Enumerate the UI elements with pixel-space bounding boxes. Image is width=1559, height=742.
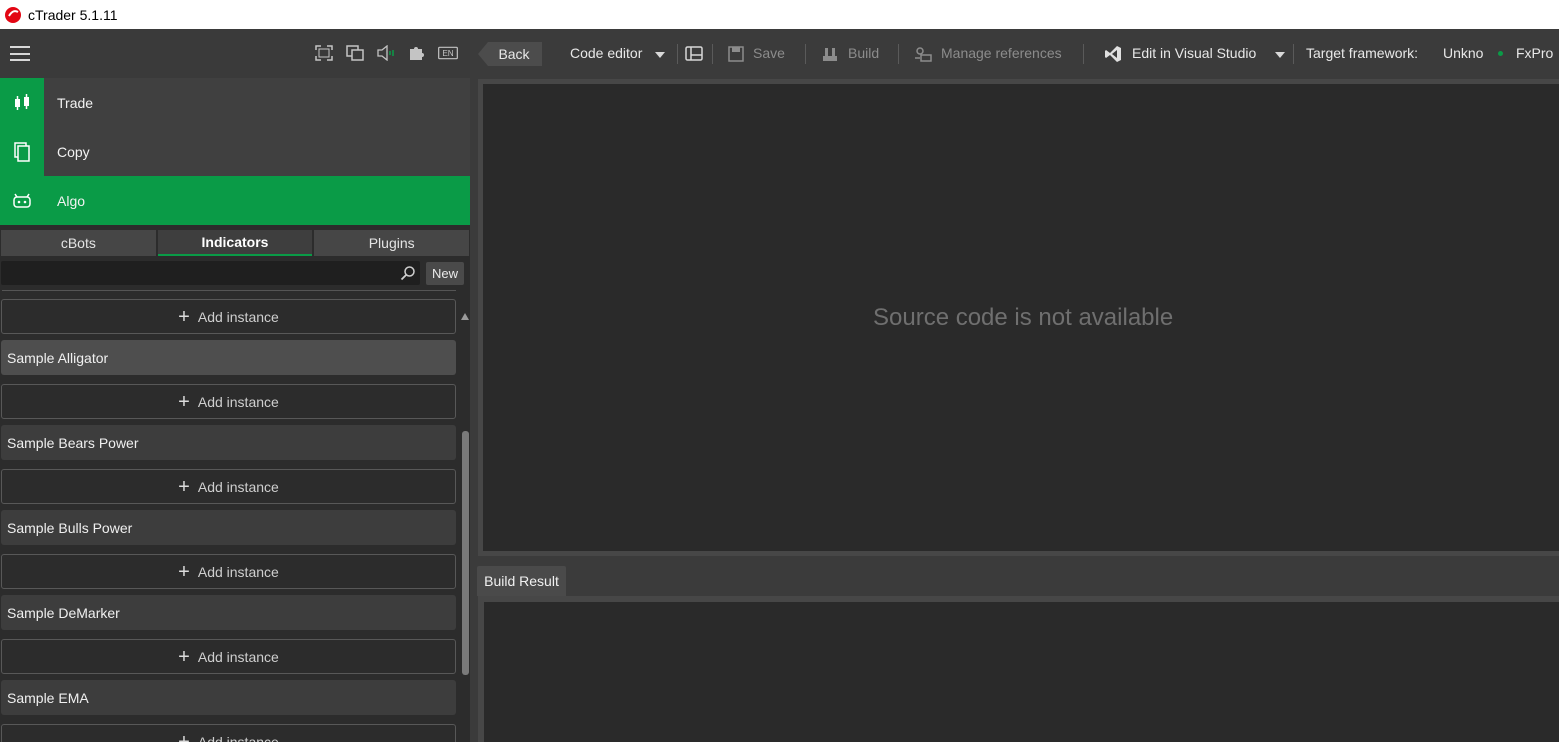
nav-algo-label: Algo — [57, 192, 86, 209]
nav-copy[interactable]: Copy — [0, 127, 470, 176]
target-framework-value: Unkno — [1443, 45, 1484, 61]
ctrader-logo-icon — [5, 6, 21, 23]
nav-copy-label: Copy — [57, 143, 90, 160]
tab-indicators[interactable]: Indicators — [157, 230, 313, 256]
top-icons: EN — [314, 44, 458, 62]
visual-studio-icon — [1105, 46, 1121, 62]
hamburger-menu-icon[interactable] — [10, 46, 30, 61]
list-item[interactable]: Sample Bulls Power — [1, 510, 456, 545]
tab-cbots[interactable]: cBots — [1, 230, 156, 256]
chevron-down-icon[interactable] — [1275, 52, 1285, 58]
back-button[interactable]: Back — [478, 42, 542, 66]
add-instance-label: Add instance — [197, 308, 279, 325]
add-instance-button[interactable]: + Add instance — [1, 469, 456, 504]
plus-icon: + — [178, 560, 190, 583]
list-divider — [2, 290, 456, 291]
add-instance-button[interactable]: + Add instance — [1, 384, 456, 419]
toolbar-divider — [677, 44, 678, 64]
editor-message-container: Source code is not available — [483, 84, 1559, 555]
indicator-list: + Add instance Sample Alligator + Add inst… — [0, 290, 458, 742]
algo-tabs: cBots Indicators Plugins — [0, 230, 470, 256]
search-icon[interactable] — [400, 265, 416, 281]
references-icon — [915, 47, 932, 62]
new-button[interactable]: New — [426, 262, 464, 285]
list-item[interactable]: Sample EMA — [1, 680, 456, 715]
code-editor-dropdown[interactable]: Code editor — [570, 45, 642, 61]
list-item[interactable]: Sample Alligator — [1, 340, 456, 375]
build-icon — [823, 48, 837, 61]
left-panel: EN Trade Copy Algo cBots Indicators Plug… — [0, 29, 470, 742]
add-instance-button[interactable]: + Add instance — [1, 639, 456, 674]
search-row: New — [0, 261, 470, 285]
tab-build-result[interactable]: Build Result — [477, 566, 566, 596]
nav-trade-label: Trade — [57, 94, 94, 111]
candlestick-icon — [0, 78, 44, 127]
toolbar-divider — [712, 44, 713, 64]
plus-icon: + — [178, 475, 190, 498]
add-instance-button[interactable]: + Add instance — [1, 299, 456, 334]
plus-icon: + — [178, 730, 190, 742]
scroll-up-arrow-icon[interactable] — [461, 313, 469, 320]
left-topbar: EN — [0, 29, 470, 78]
window-title: cTrader 5.1.11 — [28, 6, 118, 23]
search-input[interactable] — [1, 261, 420, 285]
add-instance-label: Add instance — [197, 393, 279, 410]
copy-icon — [0, 127, 44, 176]
add-instance-label: Add instance — [197, 478, 279, 495]
code-editor-area[interactable]: Source code is not available — [478, 79, 1559, 556]
broker-name: FxPro — [1516, 45, 1554, 61]
connection-status-dot — [1498, 51, 1503, 56]
windows-icon[interactable] — [345, 44, 365, 62]
sound-icon[interactable] — [376, 44, 396, 62]
toolbar-divider — [1083, 44, 1084, 64]
add-instance-label: Add instance — [197, 648, 279, 665]
toolbar-divider — [805, 44, 806, 64]
manage-references-button[interactable]: Manage references — [941, 45, 1062, 61]
list-scrollbar[interactable] — [460, 313, 470, 742]
plus-icon: + — [178, 305, 190, 328]
toolbar-divider — [898, 44, 899, 64]
right-panel: Back Code editor Save Build Manage refer… — [470, 29, 1559, 742]
chevron-down-icon[interactable] — [655, 52, 665, 58]
edit-in-visual-studio-button[interactable]: Edit in Visual Studio — [1132, 45, 1256, 61]
save-button[interactable]: Save — [753, 45, 785, 61]
fullscreen-icon[interactable] — [314, 44, 334, 62]
scroll-thumb[interactable] — [462, 431, 469, 675]
build-result-panel — [478, 596, 1559, 742]
add-instance-label: Add instance — [197, 733, 279, 742]
add-instance-button[interactable]: + Add instance — [1, 554, 456, 589]
list-item[interactable]: Sample Bears Power — [1, 425, 456, 460]
tab-plugins[interactable]: Plugins — [314, 230, 470, 256]
toolbar-divider — [1293, 44, 1294, 64]
robot-icon — [0, 176, 44, 225]
plus-icon: + — [178, 645, 190, 668]
list-item[interactable]: Sample DeMarker — [1, 595, 456, 630]
plus-icon: + — [178, 390, 190, 413]
nav-trade[interactable]: Trade — [0, 78, 470, 127]
add-instance-label: Add instance — [197, 563, 279, 580]
title-bar: cTrader 5.1.11 — [0, 0, 1559, 29]
language-icon[interactable]: EN — [438, 44, 458, 62]
layout-icon[interactable] — [685, 45, 703, 63]
plugin-icon[interactable] — [407, 44, 427, 62]
add-instance-button[interactable]: + Add instance — [1, 724, 456, 742]
svg-text:EN: EN — [442, 49, 453, 58]
build-button[interactable]: Build — [848, 45, 879, 61]
editor-toolbar: Back Code editor Save Build Manage refer… — [470, 29, 1559, 78]
source-unavailable-message: Source code is not available — [873, 304, 1174, 331]
nav-algo[interactable]: Algo — [0, 176, 470, 225]
save-icon — [728, 46, 744, 62]
target-framework-label: Target framework: — [1306, 45, 1419, 61]
